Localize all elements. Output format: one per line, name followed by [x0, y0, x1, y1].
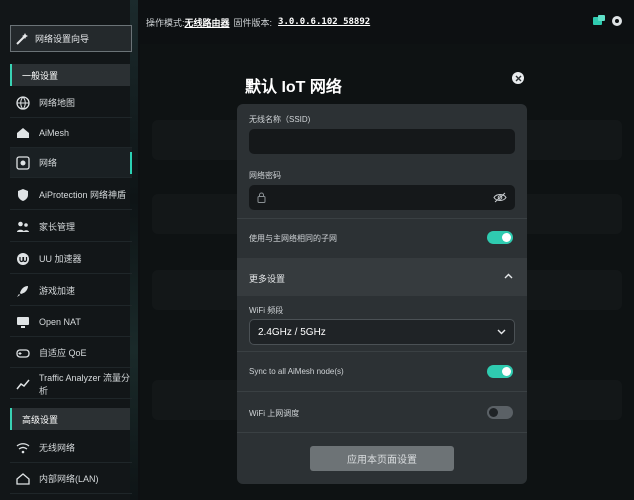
device-icon[interactable]: [592, 14, 606, 28]
mode-label: 操作模式:: [146, 17, 185, 28]
sidebar-item-label: Open NAT: [39, 316, 81, 327]
chart-icon: [16, 379, 30, 389]
eye-off-icon[interactable]: [493, 192, 507, 203]
sidebar: 网络设置向导 一般设置 网络地图 AiMesh 网络 AiProtection …: [0, 0, 138, 500]
firmware-label: 固件版本:: [233, 17, 273, 28]
schedule-toggle[interactable]: [487, 406, 513, 419]
network-icon: [16, 155, 30, 170]
sidebar-item-qoe[interactable]: 自适应 QoE: [10, 338, 132, 368]
ssid-label: 无线名称（SSID): [249, 115, 311, 124]
more-settings-label: 更多设置: [249, 274, 286, 284]
uu-icon: [17, 252, 29, 265]
sidebar-item-game-boost[interactable]: 游戏加速: [10, 276, 132, 306]
sidebar-item-label: UU 加速器: [39, 254, 82, 264]
rocket-icon: [17, 285, 28, 297]
section-advanced: 高级设置: [10, 408, 130, 430]
mode-value[interactable]: 无线路由器: [185, 16, 230, 29]
sidebar-item-traffic-analyzer[interactable]: Traffic Analyzer 流量分析: [10, 369, 132, 399]
chevron-up-icon: [504, 273, 513, 279]
schedule-label: WiFi 上网调度: [249, 409, 300, 418]
sidebar-item-label: 无线网络: [39, 443, 76, 453]
divider: [237, 218, 527, 219]
sidebar-item-label: 游戏加速: [39, 286, 76, 296]
active-indicator: [130, 152, 132, 174]
gear-icon[interactable]: [610, 14, 624, 28]
family-icon: [17, 221, 29, 232]
divider: [237, 432, 527, 433]
sidebar-item-label: 内部网络(LAN): [39, 474, 99, 484]
sidebar-item-label: 家长管理: [39, 222, 76, 232]
gamepad-icon: [16, 348, 30, 358]
home-network-icon: [16, 472, 30, 485]
top-bar: 操作模式: 无线路由器 固件版本: 3.0.0.6.102_58892: [137, 0, 634, 44]
chevron-down-icon: [497, 329, 506, 335]
more-settings-header[interactable]: 更多设置: [237, 258, 527, 296]
iot-network-panel: 无线名称（SSID) 网络密码 使用与主网络相同的子网 更多设置 WiFi 频段…: [237, 104, 527, 484]
close-button[interactable]: [512, 72, 524, 84]
sidebar-item-aiprotection[interactable]: AiProtection 网络神盾: [10, 180, 132, 210]
sync-label: Sync to all AiMesh node(s): [249, 367, 344, 376]
section-general: 一般设置: [10, 64, 130, 86]
shield-icon: [18, 188, 28, 201]
ssid-input[interactable]: [249, 129, 515, 154]
close-icon: [515, 75, 521, 81]
sidebar-item-label: AiMesh: [39, 127, 70, 138]
sidebar-item-label: AiProtection 网络神盾: [39, 190, 127, 200]
password-field[interactable]: [249, 185, 515, 210]
sidebar-item-parental[interactable]: 家长管理: [10, 212, 132, 242]
band-value: 2.4GHz / 5GHz: [258, 326, 326, 338]
sidebar-item-network[interactable]: 网络: [10, 148, 132, 178]
same-subnet-toggle[interactable]: [487, 231, 513, 244]
sidebar-item-open-nat[interactable]: Open NAT: [10, 307, 132, 337]
sidebar-item-label: 自适应 QoE: [39, 348, 87, 358]
monitor-icon: [17, 316, 29, 328]
sidebar-item-wireless[interactable]: 无线网络: [10, 433, 132, 463]
home-icon: [17, 127, 29, 138]
wand-icon: [16, 32, 28, 45]
password-label: 网络密码: [249, 171, 281, 180]
firmware-value[interactable]: 3.0.0.6.102_58892: [278, 17, 370, 27]
network-wizard-button[interactable]: 网络设置向导: [10, 25, 132, 52]
divider: [237, 351, 527, 352]
sidebar-item-network-map[interactable]: 网络地图: [10, 88, 132, 118]
modal-title: 默认 IoT 网络: [245, 79, 342, 96]
wifi-icon: [16, 442, 30, 453]
sidebar-item-label: 网络地图: [39, 98, 76, 108]
sidebar-item-lan[interactable]: 内部网络(LAN): [10, 464, 132, 494]
apply-button[interactable]: 应用本页面设置: [310, 446, 454, 471]
sync-toggle[interactable]: [487, 365, 513, 378]
band-select[interactable]: 2.4GHz / 5GHz: [249, 319, 515, 345]
divider: [237, 391, 527, 392]
globe-icon: [16, 95, 30, 110]
band-label: WiFi 频段: [249, 306, 284, 315]
sidebar-item-label: Traffic Analyzer 流量分析: [39, 372, 131, 396]
wizard-label: 网络设置向导: [35, 34, 90, 44]
sidebar-item-label: 网络: [39, 158, 58, 168]
sidebar-item-uu[interactable]: UU 加速器: [10, 244, 132, 274]
lock-icon: [257, 192, 266, 203]
sidebar-item-aimesh[interactable]: AiMesh: [10, 118, 132, 148]
same-subnet-label: 使用与主网络相同的子网: [249, 234, 337, 243]
